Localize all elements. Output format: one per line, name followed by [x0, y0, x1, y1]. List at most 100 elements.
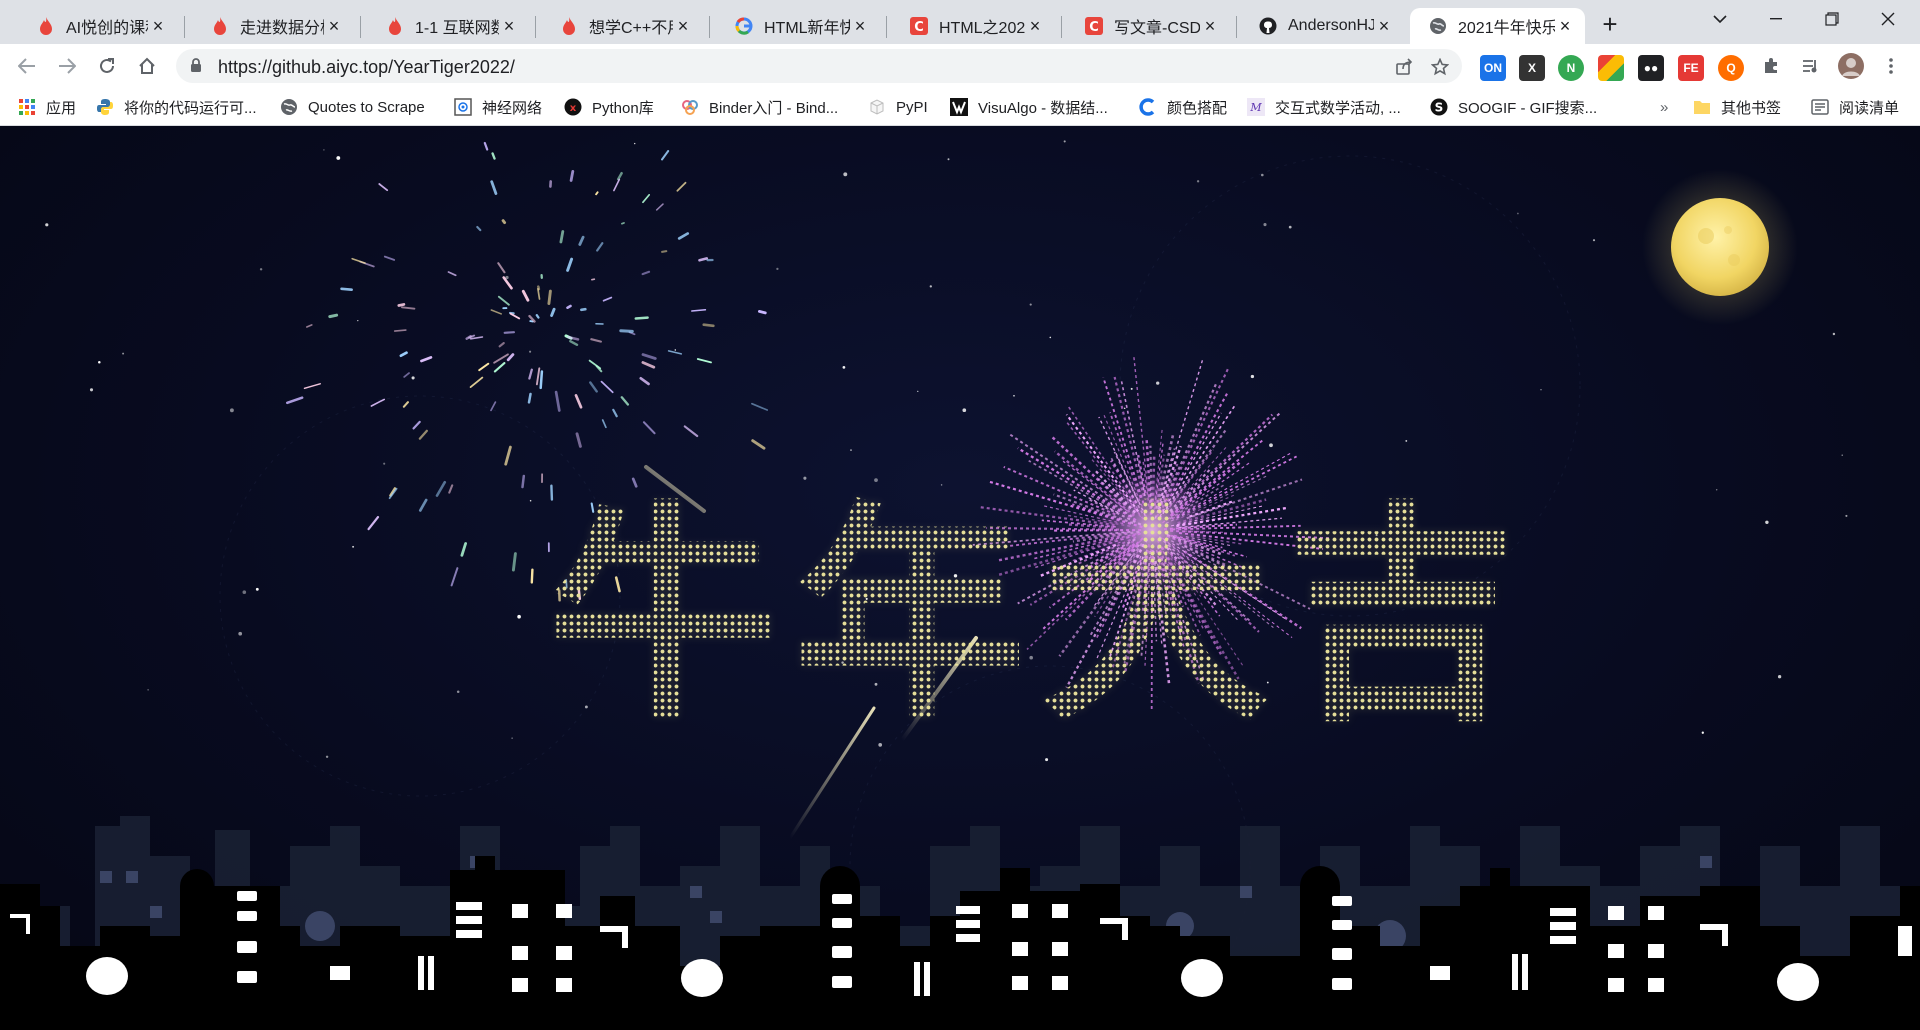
tab-separator: [535, 16, 536, 38]
tab-7[interactable]: AndersonHJ ×: [1240, 8, 1404, 44]
kebab-menu-icon[interactable]: [1876, 51, 1906, 81]
q-extension-icon[interactable]: Q: [1718, 55, 1744, 81]
close-icon[interactable]: ×: [1025, 16, 1045, 36]
bookmarks-overflow-button[interactable]: »: [1660, 96, 1668, 118]
tab-2[interactable]: 1-1 互联网数 ×: [367, 8, 529, 44]
bookmark-interactive-math[interactable]: M 交互式数学活动, ...: [1247, 96, 1401, 118]
tab-6[interactable]: C 写文章-CSDN ×: [1066, 8, 1230, 44]
spark: [370, 398, 386, 407]
globe-icon: [280, 98, 298, 116]
close-icon[interactable]: ×: [148, 16, 168, 36]
bookmark-label: 阅读清单: [1839, 99, 1900, 117]
bookmark-color-scheme[interactable]: 颜色搭配: [1139, 96, 1227, 118]
share-icon[interactable]: [1394, 57, 1414, 77]
fe-extension-icon[interactable]: FE: [1678, 55, 1704, 81]
reading-list-button[interactable]: 阅读清单: [1811, 96, 1899, 118]
star: [1029, 303, 1032, 306]
spark: [641, 361, 656, 369]
star: [242, 590, 247, 594]
bookmark-run-code[interactable]: 将你的代码运行可...: [96, 96, 257, 118]
avatar[interactable]: [1836, 51, 1866, 81]
media-control-icon[interactable]: [1796, 51, 1826, 81]
tab-5[interactable]: C HTML之2021 ×: [891, 8, 1055, 44]
close-icon[interactable]: ×: [324, 16, 344, 36]
tab-8-active[interactable]: 2021牛年快乐 ×: [1410, 8, 1585, 44]
lock-icon[interactable]: [190, 58, 202, 78]
address-bar[interactable]: https://github.aiyc.top/YearTiger2022/: [176, 49, 1462, 83]
spark: [595, 191, 599, 196]
home-icon[interactable]: [132, 51, 162, 81]
spark: [399, 351, 408, 358]
minimize-icon[interactable]: [1750, 0, 1802, 38]
bookmark-label: 应用: [46, 99, 77, 117]
spark: [503, 331, 516, 334]
svg-text:M: M: [1249, 101, 1262, 114]
spark: [590, 338, 602, 343]
forward-icon[interactable]: [52, 51, 82, 81]
star: [456, 690, 460, 694]
bookmark-neural-network[interactable]: 神经网络: [454, 96, 542, 118]
star: [1013, 395, 1015, 397]
star: [517, 614, 521, 619]
spark: [661, 250, 668, 253]
tab-title: HTML新年快乐: [764, 20, 850, 37]
bookmark-apps[interactable]: 应用: [18, 96, 76, 118]
other-bookmarks-folder[interactable]: 其他书签: [1693, 96, 1781, 118]
close-icon[interactable]: ×: [1555, 16, 1575, 36]
url-text[interactable]: https://github.aiyc.top/YearTiger2022/: [218, 57, 515, 78]
bookmark-binder[interactable]: Binder入门 - Bind...: [681, 96, 838, 118]
tab-separator: [1061, 16, 1062, 38]
bookmark-quotes-to-scrape[interactable]: Quotes to Scrape: [280, 96, 425, 118]
star: [1832, 332, 1836, 336]
fireworks-scene[interactable]: 牛年大吉: [0, 126, 1920, 1030]
n-extension-icon[interactable]: N: [1558, 55, 1584, 81]
grid-extension-icon[interactable]: [1598, 55, 1624, 81]
star: [1063, 140, 1066, 143]
star: [776, 267, 779, 271]
puzzle-extensions-icon[interactable]: [1756, 51, 1786, 81]
restore-icon[interactable]: [1806, 0, 1858, 38]
star: [947, 158, 950, 161]
spark: [758, 309, 767, 315]
spark: [378, 183, 389, 192]
star: [383, 462, 386, 465]
spark: [619, 329, 634, 333]
spark: [501, 219, 507, 225]
close-icon[interactable]: ×: [499, 16, 519, 36]
csdn-icon: C: [1084, 16, 1104, 36]
star: [323, 149, 325, 151]
back-icon[interactable]: [12, 51, 42, 81]
soogif-icon: S: [1430, 98, 1448, 116]
close-icon[interactable]: ×: [1200, 16, 1220, 36]
tab-3[interactable]: 想学C++不用 ×: [541, 8, 703, 44]
bookmark-soogif[interactable]: S SOOGIF - GIF搜索...: [1430, 96, 1597, 118]
bookmark-python-lib[interactable]: x Python库: [564, 96, 654, 118]
reload-icon[interactable]: [92, 51, 122, 81]
spark: [539, 370, 544, 390]
tab-1[interactable]: 走进数据分析 ×: [192, 8, 354, 44]
star: [1288, 225, 1292, 229]
spark: [528, 368, 533, 380]
spark: [502, 276, 513, 290]
bookmark-visualgo[interactable]: VisuAlgo - 数据结...: [950, 96, 1108, 118]
star: [89, 388, 94, 392]
close-icon[interactable]: ×: [1374, 16, 1394, 36]
star: [1196, 180, 1200, 183]
spark: [600, 380, 614, 394]
tab-0[interactable]: AI悦创的课程 ×: [18, 8, 178, 44]
spark: [655, 203, 664, 211]
close-icon[interactable]: ×: [673, 16, 693, 36]
new-tab-button[interactable]: +: [1595, 9, 1625, 39]
bookmark-pypi[interactable]: PyPI: [868, 96, 928, 118]
close-window-icon[interactable]: [1862, 0, 1914, 38]
tab-4[interactable]: HTML新年快乐 ×: [716, 8, 880, 44]
spark: [351, 257, 366, 264]
bookmark-star-icon[interactable]: [1430, 57, 1450, 77]
tab-search-icon[interactable]: [1694, 0, 1746, 38]
glasses-extension-icon[interactable]: ●●: [1638, 55, 1664, 81]
tab-separator: [886, 16, 887, 38]
close-icon[interactable]: ×: [850, 16, 870, 36]
on-extension-icon[interactable]: ON: [1480, 55, 1506, 81]
x-extension-icon[interactable]: X: [1519, 55, 1545, 81]
star: [842, 366, 846, 369]
